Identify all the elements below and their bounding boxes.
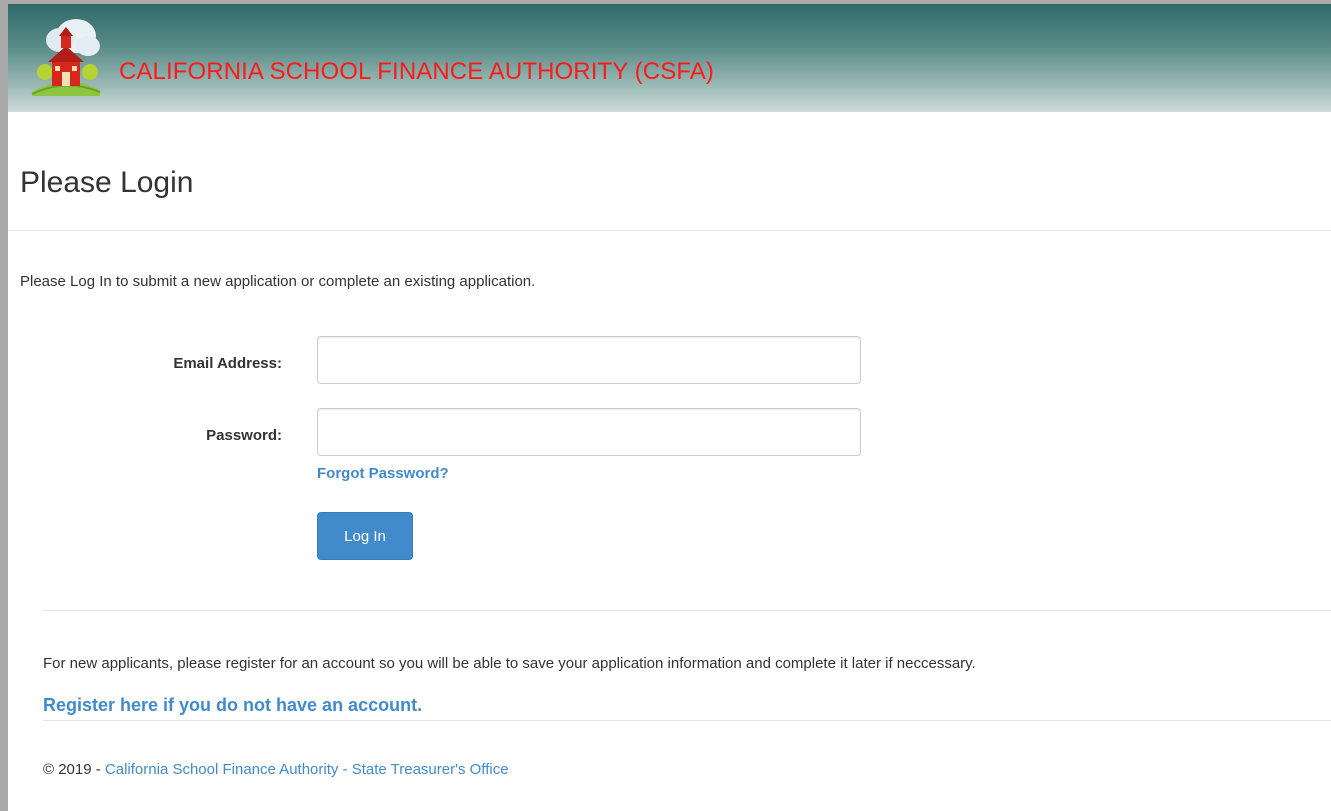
password-field[interactable] — [317, 408, 861, 456]
form-divider — [43, 610, 1331, 611]
footer-divider — [43, 720, 1331, 721]
footer-link[interactable]: California School Finance Authority - St… — [105, 761, 509, 778]
page-title: Please Login — [20, 166, 194, 199]
login-button[interactable]: Log In — [317, 512, 413, 560]
email-label: Email Address: — [173, 355, 282, 372]
email-field[interactable] — [317, 336, 861, 384]
password-label: Password: — [206, 427, 282, 444]
site-brand-title[interactable]: CALIFORNIA SCHOOL FINANCE AUTHORITY (CSF… — [119, 58, 714, 86]
title-divider — [8, 230, 1331, 231]
register-note-text: For new applicants, please register for … — [43, 655, 976, 672]
register-link[interactable]: Register here if you do not have an acco… — [43, 695, 422, 716]
page-frame: CALIFORNIA SCHOOL FINANCE AUTHORITY (CSF… — [8, 4, 1331, 811]
footer: © 2019 - California School Finance Autho… — [43, 761, 509, 778]
forgot-password-link[interactable]: Forgot Password? — [317, 465, 449, 482]
site-header: CALIFORNIA SCHOOL FINANCE AUTHORITY (CSF… — [8, 4, 1331, 112]
footer-copyright: © 2019 - — [43, 761, 105, 778]
schoolhouse-logo-icon[interactable] — [30, 14, 102, 96]
login-intro-text: Please Log In to submit a new applicatio… — [20, 273, 536, 290]
